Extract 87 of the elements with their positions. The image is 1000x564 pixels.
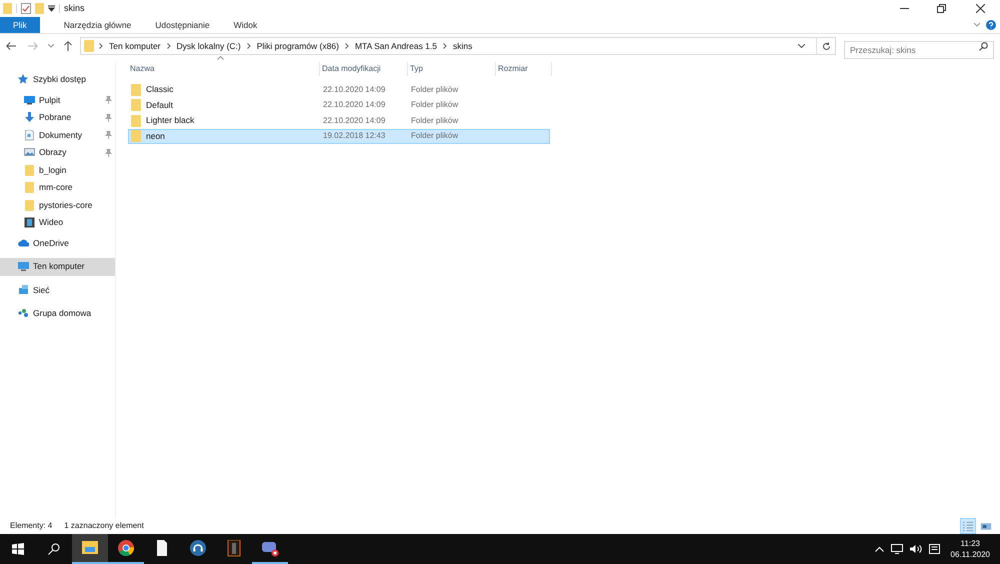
pin-icon[interactable] bbox=[105, 96, 112, 104]
image-icon[interactable] bbox=[226, 540, 242, 556]
clock-time[interactable]: 11:23 bbox=[960, 538, 980, 549]
column-header[interactable]: Nazwa bbox=[130, 63, 154, 75]
folder-icon bbox=[24, 200, 35, 211]
ribbon-tab[interactable]: Widok bbox=[222, 17, 270, 33]
sidebar-item[interactable]: b_login bbox=[0, 162, 115, 179]
sidebar-item[interactable]: Obrazy bbox=[0, 144, 115, 162]
refresh-icon[interactable] bbox=[822, 42, 831, 50]
windows-start-icon[interactable] bbox=[12, 543, 24, 555]
dropdown-icon[interactable] bbox=[48, 5, 55, 12]
taskbar-button[interactable] bbox=[72, 534, 108, 564]
sidebar-item[interactable]: Pulpit bbox=[0, 92, 115, 109]
document-icon bbox=[24, 130, 35, 141]
folder-icon bbox=[131, 84, 141, 96]
notification-icon[interactable] bbox=[928, 544, 941, 554]
people-icon bbox=[18, 308, 29, 320]
chevron-up-icon[interactable] bbox=[874, 546, 884, 552]
sidebar-item[interactable]: Szybki dostęp bbox=[0, 71, 115, 88]
sidebar-item[interactable]: OneDrive bbox=[0, 234, 115, 252]
clock-date[interactable]: 06.11.2020 bbox=[950, 549, 990, 560]
sidebar-item[interactable]: Wideo bbox=[0, 214, 115, 232]
address-bar[interactable]: Ten komputer Dysk lokalny (C:) Pliki programów (x86) MTA San Andreas 1.5 skins bbox=[80, 37, 836, 55]
pin-icon[interactable] bbox=[105, 148, 112, 157]
restore-icon[interactable] bbox=[937, 4, 946, 13]
column-header[interactable]: Typ bbox=[410, 63, 423, 75]
pin-icon[interactable] bbox=[105, 114, 112, 122]
file-row[interactable]: Classic 22.10.2020 14:09 Folder plików bbox=[128, 82, 550, 98]
sidebar-item[interactable]: Grupa domowa bbox=[0, 305, 115, 322]
folder-icon bbox=[84, 40, 94, 52]
sidebar-item[interactable]: Ten komputer bbox=[0, 258, 115, 276]
folder-icon bbox=[131, 130, 141, 142]
chat-app-icon[interactable] bbox=[262, 540, 278, 556]
chevron-icon[interactable] bbox=[246, 43, 251, 49]
pin-icon[interactable] bbox=[105, 131, 112, 140]
chevron-icon[interactable] bbox=[443, 43, 447, 49]
monitor-icon bbox=[18, 261, 29, 272]
volume-icon[interactable] bbox=[910, 544, 922, 554]
ribbon-tab[interactable]: Narzędzia główne bbox=[52, 17, 144, 33]
sidebar-item[interactable]: Dokumenty bbox=[0, 126, 115, 144]
breadcrumb-link[interactable]: skins bbox=[453, 40, 472, 52]
search-icon[interactable] bbox=[48, 543, 60, 555]
breadcrumb-link[interactable]: Ten komputer bbox=[109, 40, 160, 52]
ribbon-tab[interactable]: Udostępnianie bbox=[143, 17, 222, 33]
sidebar-item[interactable]: Sieć bbox=[0, 282, 115, 299]
back-icon[interactable] bbox=[6, 42, 16, 50]
star-icon bbox=[18, 74, 29, 86]
sidebar-item[interactable]: pystories-core bbox=[0, 196, 115, 214]
chevron-icon[interactable] bbox=[166, 43, 170, 49]
up-icon[interactable] bbox=[64, 41, 72, 51]
sidebar-item[interactable]: Pobrane bbox=[0, 109, 115, 126]
folder-icon[interactable] bbox=[82, 540, 98, 556]
search-icon[interactable] bbox=[979, 42, 988, 50]
column-header[interactable]: Rozmiar bbox=[498, 63, 528, 75]
cloud-icon bbox=[18, 238, 29, 249]
file-row[interactable]: Lighter black 22.10.2020 14:09 Folder plików bbox=[128, 113, 550, 128]
folder-icon bbox=[131, 99, 141, 112]
breadcrumb-link[interactable]: Pliki programów (x86) bbox=[256, 40, 339, 52]
folder-icon bbox=[24, 182, 35, 194]
picture-icon bbox=[24, 147, 35, 158]
selection-count: 1 zaznaczony element bbox=[64, 520, 144, 532]
network-icon[interactable] bbox=[890, 544, 903, 554]
ribbon-tab[interactable]: Plik bbox=[0, 17, 40, 33]
search-field[interactable]: Przeszukaj: skins bbox=[844, 41, 994, 59]
headset-icon[interactable] bbox=[190, 540, 206, 556]
download-arrow-icon bbox=[24, 112, 35, 124]
recent-dropdown-icon[interactable] bbox=[48, 44, 54, 48]
network-icon bbox=[18, 284, 29, 296]
column-header[interactable]: Data modyfikacji bbox=[322, 63, 381, 75]
help-icon[interactable] bbox=[986, 20, 996, 30]
chevron-icon[interactable] bbox=[99, 43, 103, 49]
expand-ribbon-icon[interactable] bbox=[974, 23, 980, 27]
file-row[interactable]: Default 22.10.2020 14:09 Folder plików bbox=[128, 98, 550, 113]
sidebar-item[interactable]: mm-core bbox=[0, 179, 115, 196]
monitor-icon bbox=[24, 94, 35, 106]
file-row[interactable]: neon 19.02.2018 12:43 Folder plików bbox=[128, 128, 550, 144]
close-icon[interactable] bbox=[976, 4, 985, 13]
folder-icon bbox=[131, 114, 141, 127]
folder-icon bbox=[24, 164, 35, 176]
window-title: skins bbox=[64, 2, 85, 15]
chevron-icon[interactable] bbox=[344, 43, 349, 49]
dropdown-icon[interactable] bbox=[798, 44, 805, 48]
film-icon bbox=[24, 217, 35, 228]
breadcrumb-link[interactable]: Dysk lokalny (C:) bbox=[176, 40, 241, 52]
item-count: Elementy: 4 bbox=[10, 520, 52, 532]
chrome-icon[interactable] bbox=[118, 540, 134, 556]
breadcrumb-link[interactable]: MTA San Andreas 1.5 bbox=[354, 40, 437, 52]
